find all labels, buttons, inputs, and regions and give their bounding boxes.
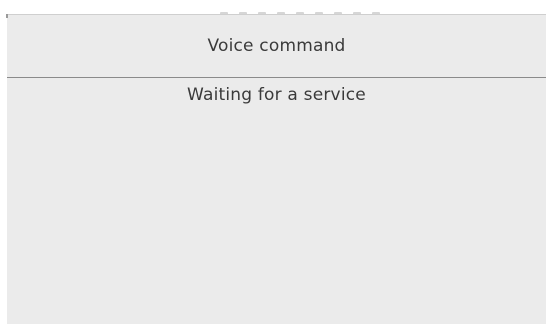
dialog-header: Voice command [7, 15, 546, 78]
screen: Voice command Waiting for a service [0, 0, 546, 324]
dialog-title: Voice command [207, 36, 346, 56]
background-content-remnant [220, 0, 420, 14]
dialog-status-text: Waiting for a service [187, 85, 366, 105]
voice-command-dialog: Voice command Waiting for a service [6, 14, 546, 324]
